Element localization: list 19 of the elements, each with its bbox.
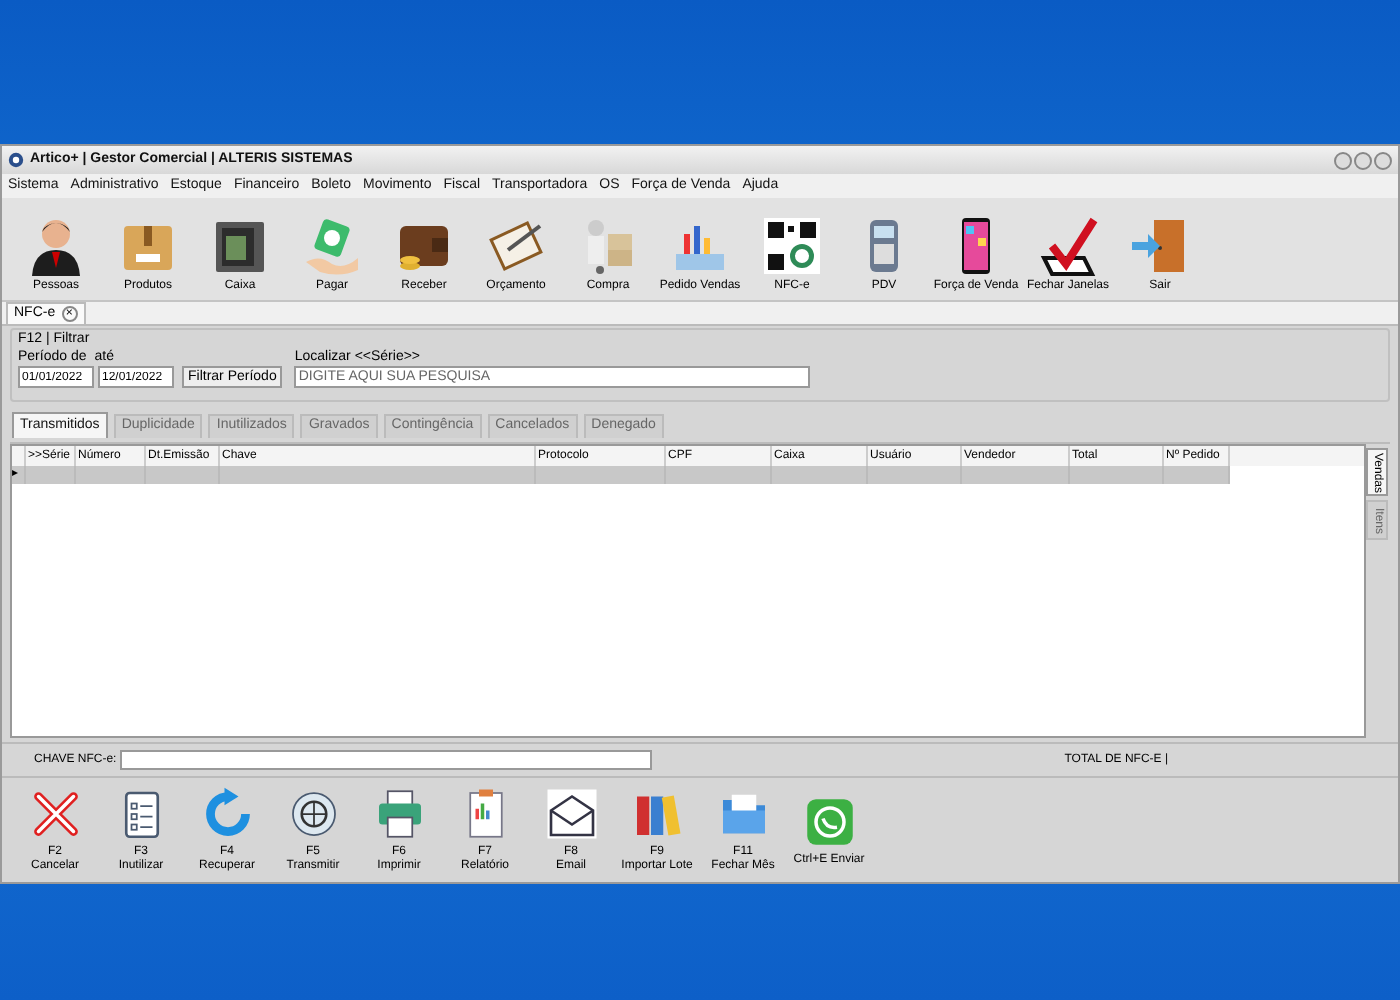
table-cell [76, 466, 146, 484]
maximize-button[interactable] [1354, 151, 1372, 169]
checkbox-tick-icon [1036, 214, 1100, 278]
table-cell [1164, 466, 1230, 484]
table-cell [868, 466, 962, 484]
table-cell [146, 466, 220, 484]
table-cell [26, 466, 76, 484]
table-cell [1070, 466, 1164, 484]
minimize-button[interactable] [1334, 151, 1352, 169]
qr-code-icon [760, 214, 824, 278]
table-cell [536, 466, 666, 484]
table-cell [962, 466, 1070, 484]
key-field[interactable] [120, 750, 653, 770]
close-button[interactable] [1374, 151, 1392, 169]
table-cell [772, 466, 868, 484]
app-logo-icon [8, 152, 24, 168]
envelope-icon [543, 786, 599, 842]
table-cell [666, 466, 772, 484]
chat-phone-icon [801, 793, 857, 849]
